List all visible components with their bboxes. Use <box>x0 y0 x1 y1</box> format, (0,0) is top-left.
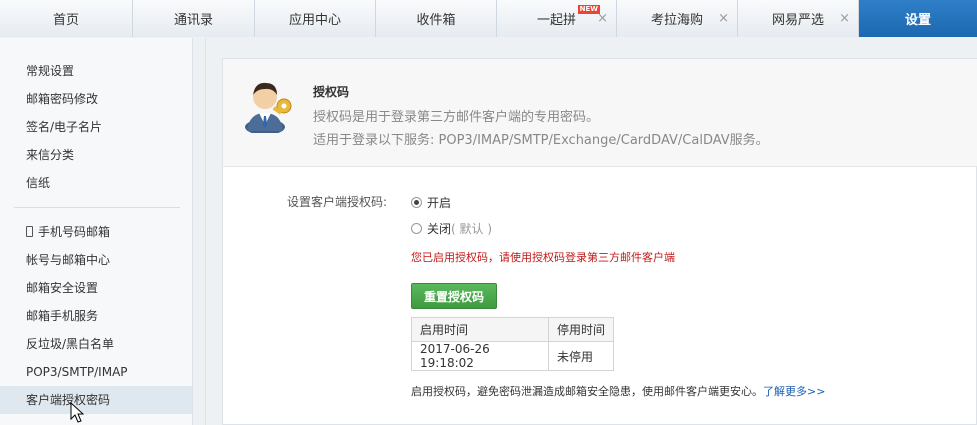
column-header: 启用时间 <box>411 317 549 342</box>
sidebar-divider <box>14 207 180 208</box>
table-row: 2017-06-26 19:18:02 未停用 <box>411 341 614 371</box>
header-description: 授权码是用于登录第三方邮件客户端的专用密码。 <box>313 110 600 125</box>
sidebar-item-password[interactable]: 邮箱密码修改 <box>0 85 192 113</box>
user-key-icon <box>245 82 292 133</box>
auth-time-table: 启用时间 停用时间 2017-06-26 19:18:02 未停用 <box>411 317 614 371</box>
sidebar-item-pop3[interactable]: POP3/SMTP/IMAP <box>0 358 192 386</box>
sidebar-item-mobile-service[interactable]: 邮箱手机服务 <box>0 302 192 330</box>
sidebar-item-phone-mailbox[interactable]: 手机号码邮箱 <box>0 218 192 246</box>
mouse-cursor-icon <box>70 402 84 423</box>
tab-app-center[interactable]: 应用中心 <box>255 0 376 37</box>
sidebar-item-label: 手机号码邮箱 <box>38 225 111 239</box>
tab-label: 网易严选 <box>771 13 824 28</box>
radio-label: 开启 <box>427 196 452 210</box>
sidebar-item-client-auth[interactable]: 客户端授权密码 <box>0 386 192 414</box>
radio-disable[interactable]: 关闭 ( 默认 ) <box>411 220 492 237</box>
sidebar-scroll-gutter[interactable] <box>194 38 206 425</box>
tab-label: 收件箱 <box>416 13 456 28</box>
sidebar-item-general[interactable]: 常规设置 <box>0 57 192 85</box>
sidebar-item-mail-filter[interactable]: 来信分类 <box>0 141 192 169</box>
radio-default-note: ( 默认 ) <box>451 222 493 236</box>
security-tip: 启用授权码，避免密码泄漏造成邮箱安全隐患，使用邮件客户端更安心。了解更多>> <box>411 383 825 399</box>
sidebar-item-stationery[interactable]: 信纸 <box>0 169 192 197</box>
tab-label: 一起拼 NEW <box>536 5 600 28</box>
sidebar-item-antispam[interactable]: 反垃圾/黑白名单 <box>0 330 192 358</box>
radio-unchecked-icon[interactable] <box>411 223 422 234</box>
top-tab-bar: 首页 通讯录 应用中心 收件箱 一起拼 NEW × 考拉海购 × 网易严选 × … <box>0 0 977 37</box>
enable-time-cell: 2017-06-26 19:18:02 <box>411 341 549 371</box>
header-services: 适用于登录以下服务: POP3/IMAP/SMTP/Exchange/CardD… <box>313 133 769 148</box>
close-icon[interactable]: × <box>597 11 608 26</box>
radio-label: 关闭 <box>427 222 452 236</box>
table-header-row: 启用时间 停用时间 <box>411 317 614 342</box>
close-icon[interactable]: × <box>839 11 850 26</box>
tab-settings[interactable]: 设置 <box>859 0 977 37</box>
tab-label: 应用中心 <box>288 13 341 28</box>
disable-time-cell: 未停用 <box>548 341 614 371</box>
panel-header: 授权码 授权码是用于登录第三方邮件客户端的专用密码。 适用于登录以下服务: PO… <box>223 59 977 167</box>
tab-contacts[interactable]: 通讯录 <box>133 0 255 37</box>
page-title: 授权码 <box>313 85 350 99</box>
learn-more-link[interactable]: 了解更多>> <box>763 385 825 398</box>
sidebar-item-security[interactable]: 邮箱安全设置 <box>0 274 192 302</box>
tab-label-text: 一起拼 <box>536 13 576 28</box>
radio-enable[interactable]: 开启 <box>411 194 451 211</box>
sidebar-item-signature[interactable]: 签名/电子名片 <box>0 113 192 141</box>
settings-sidebar: 常规设置 邮箱密码修改 签名/电子名片 来信分类 信纸 手机号码邮箱 帐号与邮箱… <box>0 38 193 425</box>
tab-label: 设置 <box>904 13 931 28</box>
tab-home[interactable]: 首页 <box>0 0 133 37</box>
tab-label: 考拉海购 <box>650 13 703 28</box>
radio-checked-icon[interactable] <box>411 197 422 208</box>
enabled-notice: 您已启用授权码，请使用授权码登录第三方邮件客户端 <box>411 251 675 264</box>
tab-yiqipin[interactable]: 一起拼 NEW × <box>497 0 617 37</box>
tab-inbox[interactable]: 收件箱 <box>376 0 497 37</box>
tab-label: 通讯录 <box>173 13 213 28</box>
tab-yanxuan[interactable]: 网易严选 × <box>738 0 859 37</box>
auth-code-setting-label: 设置客户端授权码: <box>287 195 388 209</box>
column-header: 停用时间 <box>548 317 614 342</box>
sidebar-item-account-center[interactable]: 帐号与邮箱中心 <box>0 246 192 274</box>
close-icon[interactable]: × <box>718 11 729 26</box>
auth-code-panel: 授权码 授权码是用于登录第三方邮件客户端的专用密码。 适用于登录以下服务: PO… <box>222 58 977 425</box>
phone-icon <box>26 226 33 237</box>
tab-kaola[interactable]: 考拉海购 × <box>617 0 738 37</box>
reset-auth-code-button[interactable]: 重置授权码 <box>411 283 497 309</box>
tab-label: 首页 <box>52 13 79 28</box>
tip-text: 启用授权码，避免密码泄漏造成邮箱安全隐患，使用邮件客户端更安心。 <box>411 385 763 398</box>
